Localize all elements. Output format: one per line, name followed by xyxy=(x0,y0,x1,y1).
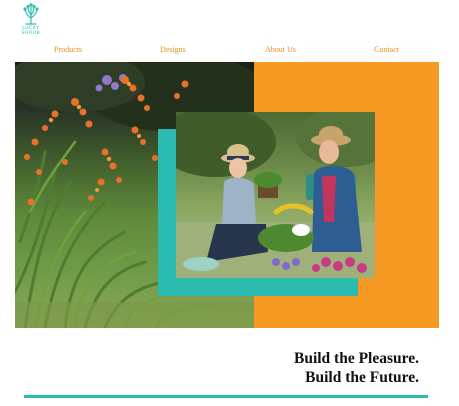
mother-daughter-gardening-image xyxy=(176,112,375,278)
logo-name-line2: SHRUB xyxy=(21,31,41,36)
nav-link-designs[interactable]: Designs xyxy=(160,45,186,54)
hero-tagline: Build the Pleasure. Build the Future. xyxy=(294,349,419,387)
tagline-line-1: Build the Pleasure. xyxy=(293,350,419,367)
logo-text: LUCKY SHRUB xyxy=(22,26,41,36)
hero-section xyxy=(15,62,439,328)
tagline-line-2: Build the Future. xyxy=(305,369,419,386)
gardening-illustration xyxy=(176,112,375,278)
lucky-shrub-logo[interactable]: LUCKY SHRUB xyxy=(18,3,44,37)
nav-link-contact[interactable]: Contact xyxy=(374,45,399,54)
shrub-logo-icon xyxy=(23,3,39,25)
main-nav: Products Designs About Us Contact xyxy=(0,45,459,57)
teal-divider xyxy=(24,395,428,398)
nav-link-about-us[interactable]: About Us xyxy=(265,45,296,54)
nav-link-products[interactable]: Products xyxy=(54,45,82,54)
